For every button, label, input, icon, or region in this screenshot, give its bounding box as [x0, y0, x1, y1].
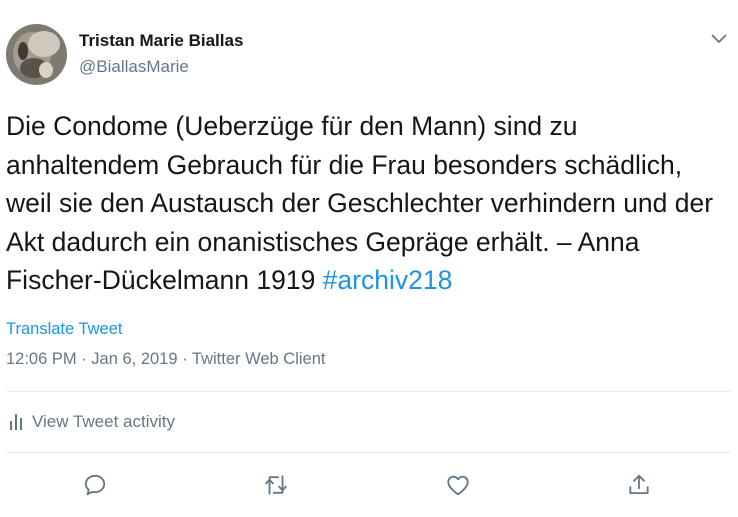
avatar[interactable]	[6, 24, 67, 85]
tweet-date[interactable]: Jan 6, 2019	[91, 350, 177, 368]
hashtag-link[interactable]: #archiv218	[323, 265, 453, 295]
like-icon	[447, 475, 469, 496]
more-options-button[interactable]	[707, 29, 731, 49]
author-name[interactable]: Tristan Marie Biallas	[79, 31, 243, 51]
share-icon	[629, 474, 649, 495]
analytics-icon	[10, 414, 22, 430]
retweet-icon	[265, 475, 287, 495]
meta-separator: ·	[76, 350, 92, 368]
meta-separator: ·	[177, 350, 192, 368]
like-button[interactable]	[440, 467, 476, 503]
tweet-client[interactable]: Twitter Web Client	[192, 350, 326, 368]
author-handle[interactable]: @BiallasMarie	[79, 57, 189, 77]
view-activity-label: View Tweet activity	[32, 412, 175, 431]
reply-icon	[84, 474, 106, 496]
tweet-text: Die Condome (Ueberzüge für den Mann) sin…	[6, 107, 731, 300]
reply-button[interactable]	[77, 467, 113, 503]
tweet-card: Tristan Marie Biallas @BiallasMarie Die …	[0, 0, 738, 517]
translate-tweet-link[interactable]: Translate Tweet	[6, 320, 122, 339]
view-activity-button[interactable]: View Tweet activity	[6, 412, 175, 432]
tweet-time[interactable]: 12:06 PM	[6, 350, 77, 368]
share-button[interactable]	[621, 467, 657, 503]
action-bar	[0, 467, 738, 503]
chevron-down-icon	[711, 34, 727, 43]
divider	[6, 391, 731, 392]
avatar-image	[6, 24, 67, 85]
tweet-meta: 12:06 PM · Jan 6, 2019 · Twitter Web Cli…	[6, 350, 326, 369]
divider	[6, 452, 731, 453]
retweet-button[interactable]	[258, 467, 294, 503]
